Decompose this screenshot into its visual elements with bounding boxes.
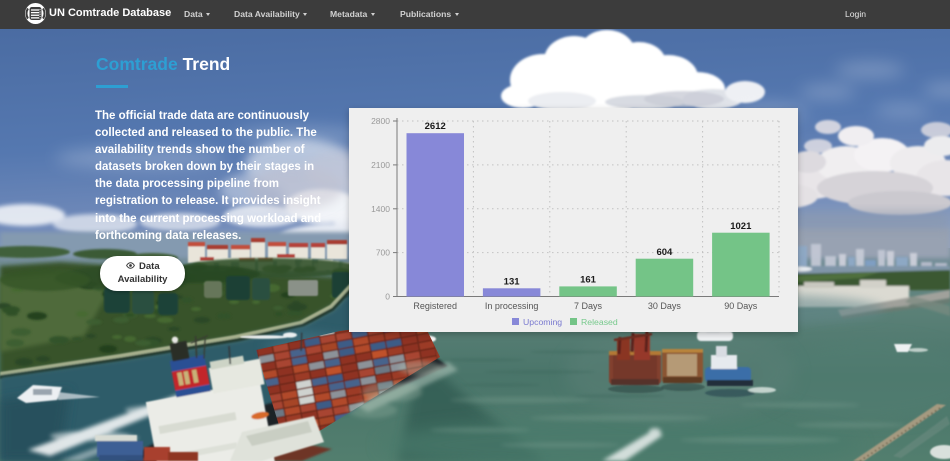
svg-text:In processing: In processing — [485, 301, 539, 311]
svg-text:0: 0 — [385, 292, 390, 302]
svg-text:2612: 2612 — [425, 121, 446, 132]
svg-text:604: 604 — [656, 247, 673, 258]
svg-text:700: 700 — [376, 248, 390, 258]
svg-text:1021: 1021 — [730, 221, 752, 232]
svg-text:1400: 1400 — [371, 204, 390, 214]
svg-text:2800: 2800 — [371, 116, 390, 126]
svg-text:131: 131 — [504, 277, 521, 288]
svg-text:30 Days: 30 Days — [648, 301, 682, 311]
svg-text:161: 161 — [580, 275, 597, 286]
svg-text:Released: Released — [581, 317, 618, 327]
svg-text:Upcoming: Upcoming — [523, 317, 562, 327]
svg-text:Registered: Registered — [413, 301, 457, 311]
svg-text:2100: 2100 — [371, 160, 390, 170]
svg-text:90 Days: 90 Days — [724, 301, 758, 311]
svg-text:7 Days: 7 Days — [574, 301, 603, 311]
